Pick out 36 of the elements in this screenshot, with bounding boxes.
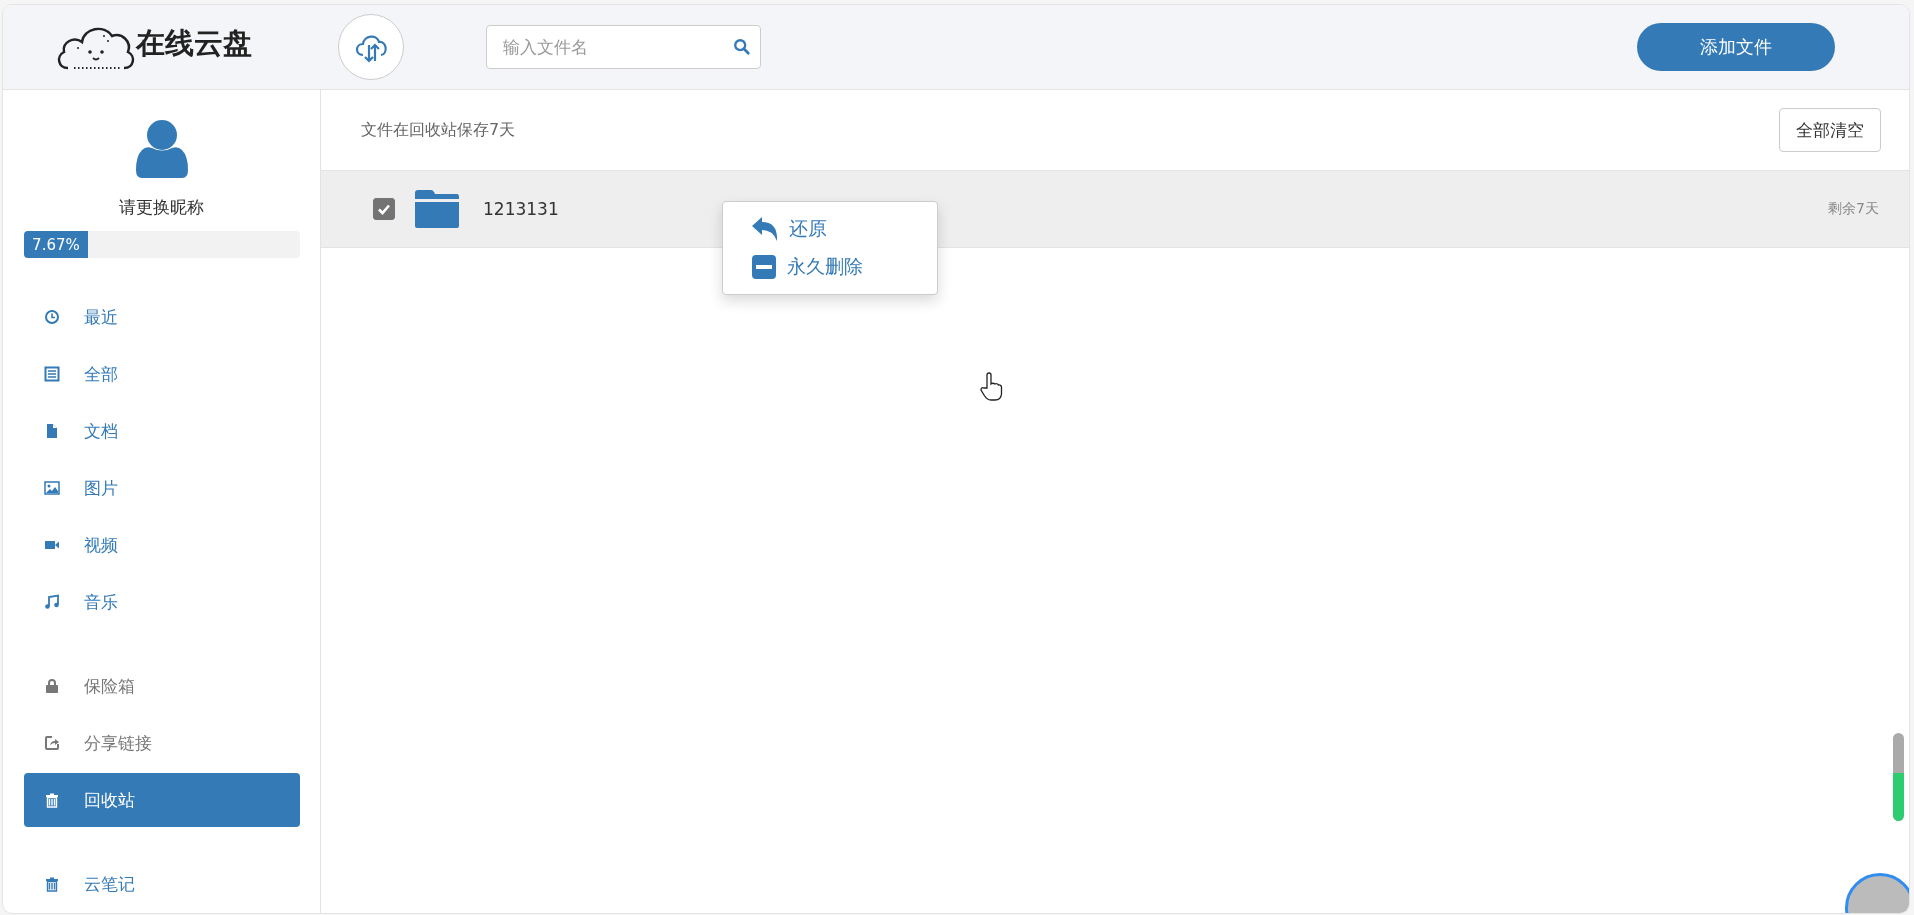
context-menu-item[interactable]: 还原 xyxy=(723,210,937,248)
sidebar-item[interactable]: 音乐 xyxy=(23,575,300,629)
remaining-days: 剩余7天 xyxy=(1828,200,1879,218)
row-checkbox[interactable] xyxy=(373,198,395,220)
sidebar-item[interactable]: 最近 xyxy=(23,290,300,344)
sidebar-item[interactable]: 云笔记 xyxy=(23,857,300,911)
sidebar-item[interactable]: 分享链接 xyxy=(23,716,300,770)
list-icon xyxy=(43,366,60,382)
context-menu-item[interactable]: 永久删除 xyxy=(723,248,937,286)
logo-text: 在线云盘 xyxy=(136,25,252,62)
hand-pointer-icon xyxy=(979,372,1003,402)
trash-icon xyxy=(43,876,60,892)
trash-icon xyxy=(43,792,60,808)
user-avatar-icon xyxy=(133,120,190,180)
share-icon xyxy=(43,735,60,751)
retention-notice: 文件在回收站保存7天 xyxy=(361,119,516,141)
music-note-icon xyxy=(43,594,60,610)
minus-square-icon xyxy=(751,254,777,280)
image-icon xyxy=(43,480,60,496)
clock-icon xyxy=(43,309,60,325)
sidebar-item[interactable]: 全部 xyxy=(23,347,300,401)
lock-icon xyxy=(43,678,60,694)
file-name: 1213131 xyxy=(483,199,559,219)
sidebar-item[interactable]: 保险箱 xyxy=(23,659,300,713)
clear-all-button[interactable]: 全部清空 xyxy=(1779,108,1881,152)
add-file-button[interactable]: 添加文件 xyxy=(1637,23,1835,71)
sidebar-item[interactable]: 回收站 xyxy=(23,773,300,827)
sidebar-item[interactable]: 文档 xyxy=(23,404,300,458)
sidebar-item[interactable]: 图片 xyxy=(23,461,300,515)
reply-arrow-icon xyxy=(751,216,779,242)
search-field[interactable]: 输入文件名 xyxy=(486,25,761,69)
sidebar-item[interactable]: 视频 xyxy=(23,518,300,572)
search-icon[interactable] xyxy=(733,38,751,56)
user-name: 请更换昵称 xyxy=(119,196,204,219)
storage-fill: 7.67% xyxy=(23,231,89,258)
folder-icon xyxy=(413,189,461,229)
